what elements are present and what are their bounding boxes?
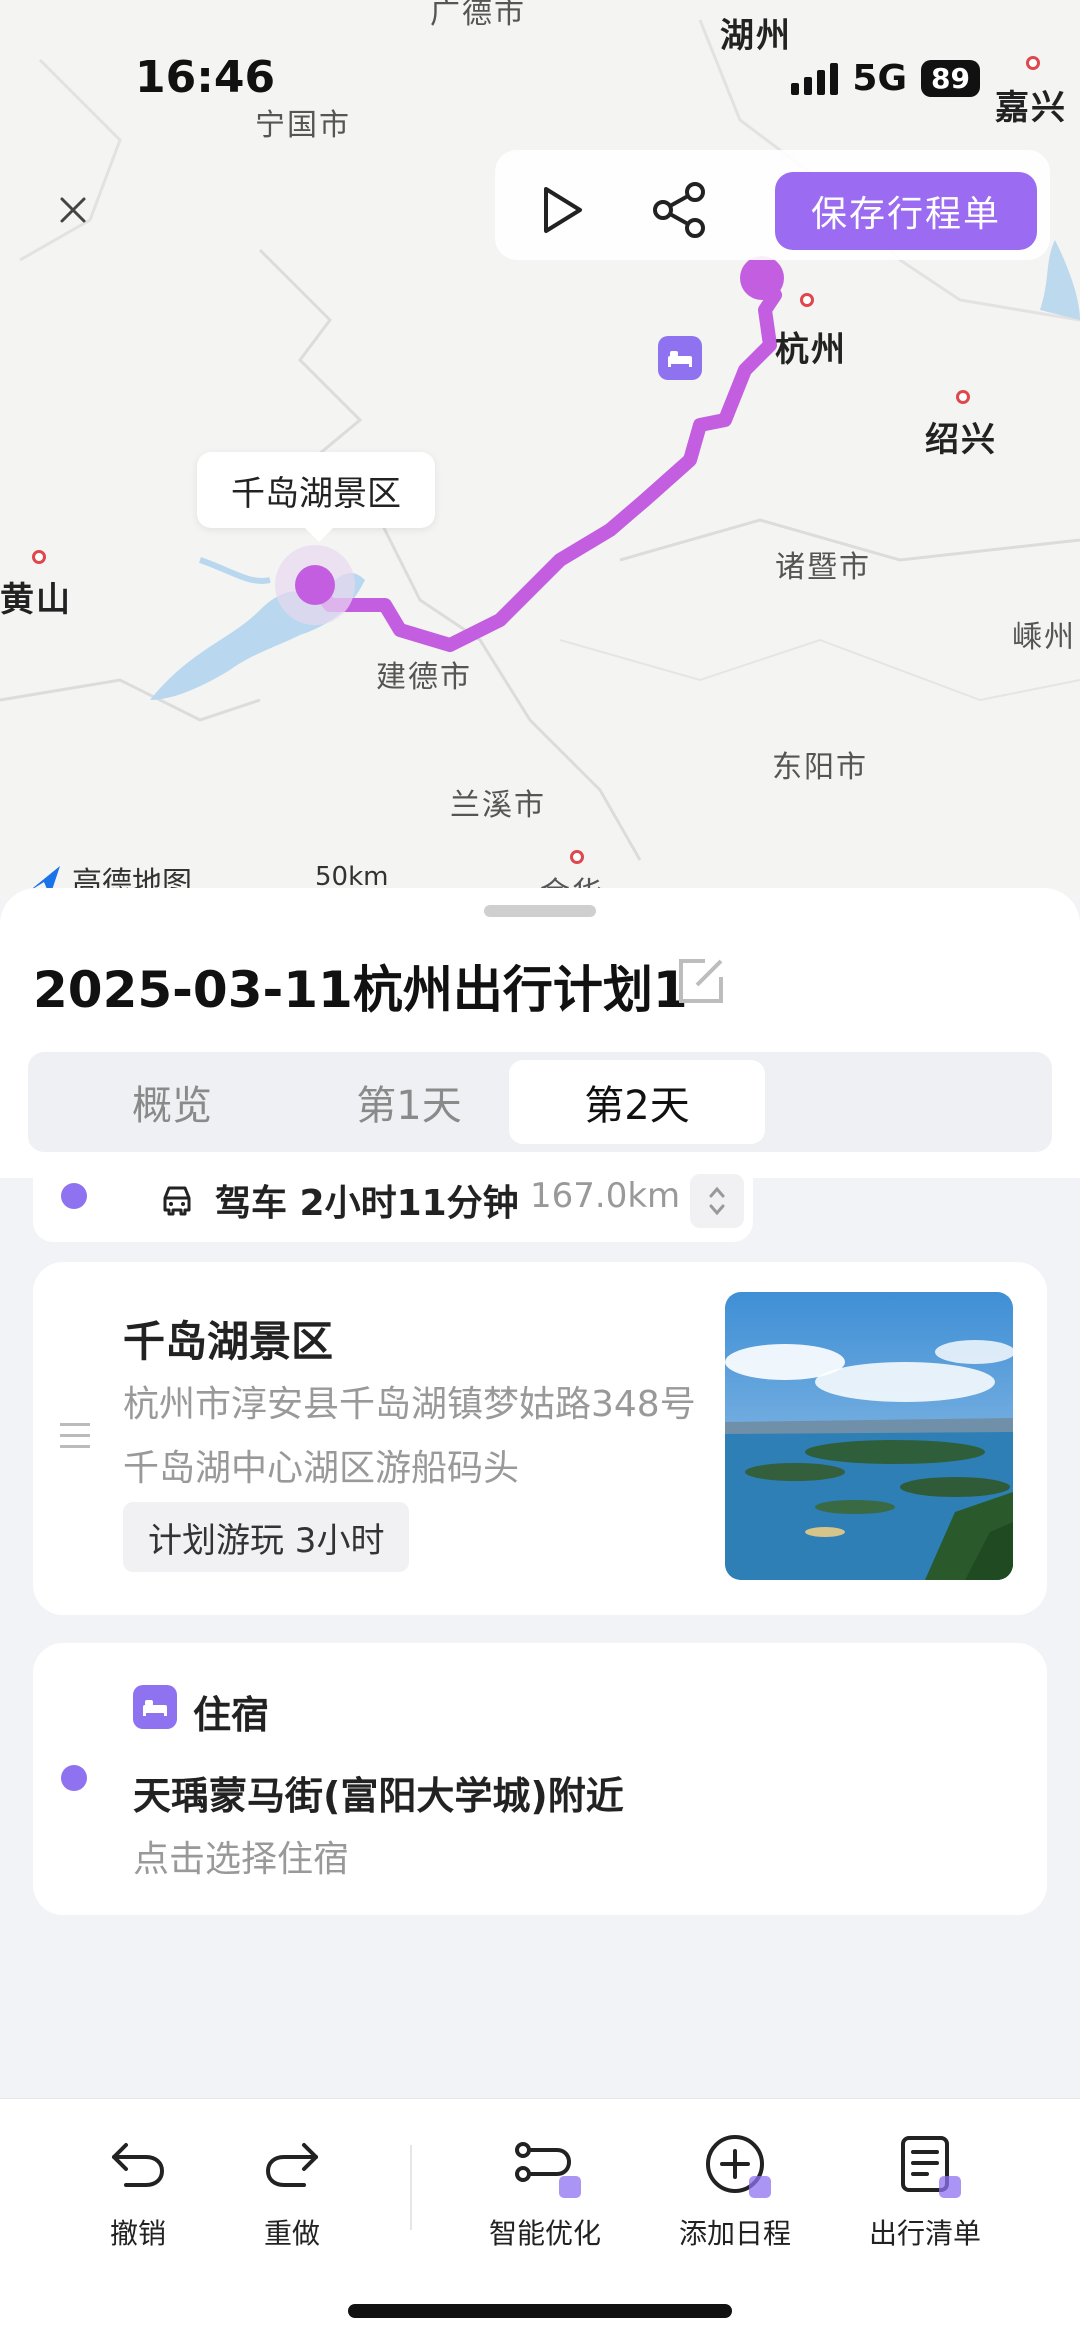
play-button[interactable] xyxy=(527,175,597,245)
city-marker-huangshan xyxy=(32,550,46,564)
tab-day-1[interactable]: 第1天 xyxy=(281,1060,537,1144)
city-marker-jinhua xyxy=(570,850,584,864)
select-accommodation-link[interactable]: 点击选择住宿 xyxy=(133,1830,349,1882)
map-label-jiande: 建德市 xyxy=(376,660,472,695)
undo-icon xyxy=(112,2143,165,2187)
add-schedule-label: 添加日程 xyxy=(678,2217,791,2250)
status-indicators: 5G 89 xyxy=(791,58,980,99)
home-indicator[interactable] xyxy=(348,2304,732,2318)
bed-icon xyxy=(143,1700,167,1716)
smart-optimize-button[interactable]: 智能优化 xyxy=(465,2128,625,2252)
map-label-guangde: 广德市 xyxy=(430,0,526,31)
destination-callout[interactable]: 千岛湖景区 xyxy=(197,452,435,542)
poi-address: 杭州市淳安县千岛湖镇梦姑路348号千岛湖中心湖区游船码头 xyxy=(123,1384,696,1489)
timeline-dot xyxy=(61,1183,87,1209)
timeline-dot xyxy=(61,1765,87,1791)
smart-optimize-label: 智能优化 xyxy=(488,2217,601,2250)
visit-duration-tag[interactable]: 计划游玩 3小时 xyxy=(123,1502,410,1572)
close-button[interactable] xyxy=(38,175,108,245)
map-background xyxy=(0,19,1080,861)
map-label-lanxi: 兰溪市 xyxy=(450,788,546,823)
redo-label: 重做 xyxy=(263,2217,320,2250)
signal-icon xyxy=(791,62,839,95)
drive-distance: 167.0km xyxy=(530,1176,681,1216)
travel-checklist-button[interactable]: 出行清单 xyxy=(845,2128,1005,2252)
save-itinerary-button[interactable]: 保存行程单 xyxy=(775,172,1037,250)
map-view[interactable]: 广德市 湖州 嘉兴 宁国市 杭州 绍兴 诸暨市 嵊州 黄山 建德市 东阳市 兰溪… xyxy=(0,0,1080,900)
accommodation-title: 住宿 xyxy=(193,1693,270,1737)
map-label-dongyang: 东阳市 xyxy=(772,750,868,785)
tab-overview[interactable]: 概览 xyxy=(44,1060,300,1144)
redo-button[interactable]: 重做 xyxy=(212,2128,372,2252)
edit-icon xyxy=(679,959,723,1003)
close-icon xyxy=(60,197,86,223)
drag-handle-icon[interactable] xyxy=(60,1423,90,1456)
bed-icon xyxy=(668,351,692,367)
map-label-jiaxing: 嘉兴 xyxy=(995,88,1067,128)
car-icon xyxy=(157,1180,197,1220)
edit-title-button[interactable] xyxy=(675,955,727,1007)
map-label-shaoxing: 绍兴 xyxy=(925,420,997,460)
play-icon xyxy=(544,187,582,233)
network-type: 5G xyxy=(852,58,908,99)
plan-title: 2025-03-11杭州出行计划1 xyxy=(33,961,688,1019)
share-icon xyxy=(653,182,705,238)
status-time: 16:46 xyxy=(135,52,276,103)
travel-checklist-label: 出行清单 xyxy=(868,2217,981,2250)
map-label-shengzhou: 嵊州 xyxy=(1012,620,1076,655)
sheet-grabber[interactable] xyxy=(484,905,596,917)
map-label-ningguo: 宁国市 xyxy=(255,108,351,143)
chevron-updown-icon xyxy=(709,1186,725,1216)
city-marker-jiaxing xyxy=(1026,56,1040,70)
undo-button[interactable]: 撤销 xyxy=(58,2128,218,2252)
add-schedule-button[interactable]: 添加日程 xyxy=(655,2128,815,2252)
hotel-icon xyxy=(133,1685,177,1729)
drive-duration: 驾车 2小时11分钟 xyxy=(215,1183,519,1224)
share-button[interactable] xyxy=(645,175,715,245)
poi-name: 千岛湖景区 xyxy=(123,1317,334,1366)
map-label-zhuji: 诸暨市 xyxy=(775,550,871,585)
map-label-hangzhou: 杭州 xyxy=(775,330,847,370)
undo-label: 撤销 xyxy=(109,2217,166,2250)
city-marker-hangzhou xyxy=(800,293,814,307)
map-label-huzhou: 湖州 xyxy=(720,16,792,56)
map-label-huangshan: 黄山 xyxy=(0,580,72,620)
day-tabs: 概览 第1天 第2天 xyxy=(28,1052,1052,1152)
accommodation-area: 天瑀蒙马街(富阳大学城)附近 xyxy=(133,1774,624,1818)
battery-level: 89 xyxy=(921,60,980,97)
poi-photo[interactable] xyxy=(725,1292,1013,1580)
hotel-map-marker[interactable] xyxy=(658,336,702,380)
route-expand-toggle[interactable] xyxy=(690,1174,744,1228)
tab-day-2[interactable]: 第2天 xyxy=(509,1060,765,1144)
toolbar-divider xyxy=(410,2145,412,2230)
city-marker-shaoxing xyxy=(956,390,970,404)
redo-icon xyxy=(265,2143,318,2187)
